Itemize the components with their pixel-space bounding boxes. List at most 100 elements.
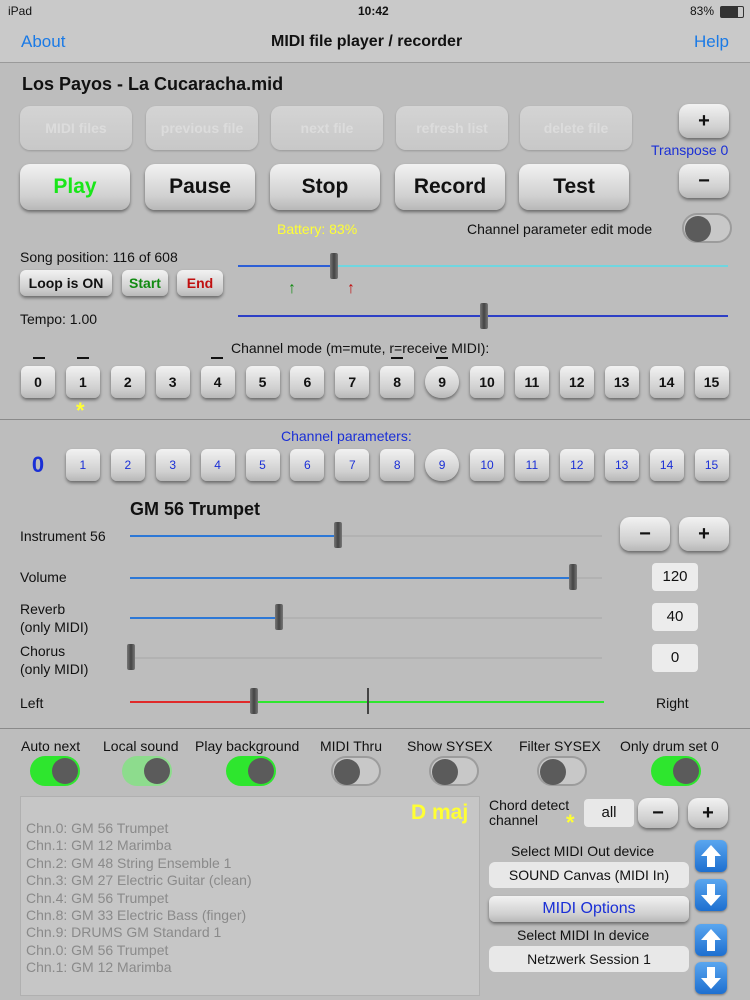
midi-out-device[interactable]: SOUND Canvas (MIDI In) — [489, 862, 689, 888]
stop-button[interactable]: Stop — [270, 164, 380, 210]
instrument-slider[interactable] — [334, 522, 342, 548]
file-name: Los Payos - La Cucaracha.mid — [22, 74, 284, 94]
tempo-slider[interactable] — [480, 303, 488, 329]
midi-in-up-button[interactable] — [695, 924, 727, 956]
list-item: Chn.8: GM 33 Electric Bass (finger) — [26, 907, 247, 924]
chord-channel-plus-button[interactable]: + — [688, 798, 728, 828]
edit-mode-label: Channel parameter edit mode — [467, 221, 653, 237]
balance-slider[interactable] — [250, 688, 258, 714]
delete-file-button[interactable]: delete file — [520, 106, 632, 150]
chord-detect-label-line2: channel — [489, 812, 539, 828]
channel-mode-button-4[interactable]: 4 — [200, 366, 235, 398]
only-drum-set-toggle[interactable] — [651, 756, 701, 786]
channel-param-button-4[interactable]: 4 — [200, 449, 235, 481]
channel-param-button-8[interactable]: 8 — [380, 449, 415, 481]
channel-param-button-7[interactable]: 7 — [335, 449, 370, 481]
channel-mode-button-0[interactable]: 0 — [21, 366, 55, 398]
test-button[interactable]: Test — [519, 164, 629, 210]
arrow-down-icon — [701, 967, 721, 989]
next-file-button[interactable]: next file — [271, 106, 383, 150]
channel-mode-button-5[interactable]: 5 — [245, 366, 280, 398]
midi-in-down-button[interactable] — [695, 962, 727, 994]
loop-end-button[interactable]: End — [177, 270, 223, 296]
local-sound-toggle[interactable] — [122, 756, 172, 786]
instrument-minus-button[interactable]: − — [620, 517, 670, 551]
loop-button[interactable]: Loop is ON — [20, 270, 112, 296]
list-item: Chn.1: GM 12 Marimba — [26, 837, 172, 854]
record-button[interactable]: Record — [395, 164, 505, 210]
mute-indicator — [436, 357, 448, 359]
instrument-track — [338, 535, 602, 537]
show-sysex-toggle[interactable] — [429, 756, 479, 786]
channel-param-button-9[interactable]: 9 — [425, 449, 460, 481]
instrument-plus-button[interactable]: + — [679, 517, 729, 551]
channel-mode-button-8[interactable]: 8 — [380, 366, 415, 398]
reverb-value[interactable]: 40 — [652, 603, 698, 631]
transpose-minus-button[interactable]: − — [679, 164, 729, 198]
previous-file-button[interactable]: previous file — [146, 106, 258, 150]
channel-mode-button-1[interactable]: 1 — [65, 366, 100, 398]
channel-mode-button-9[interactable]: 9 — [425, 366, 460, 398]
loop-start-button[interactable]: Start — [122, 270, 168, 296]
channel-mode-button-2[interactable]: 2 — [110, 366, 145, 398]
play-button[interactable]: Play — [20, 164, 130, 210]
channel-param-button-14[interactable]: 14 — [649, 449, 684, 481]
channel-mode-button-7[interactable]: 7 — [335, 366, 370, 398]
device-label: iPad — [8, 4, 33, 18]
midi-in-device[interactable]: Netzwerk Session 1 — [489, 946, 689, 972]
channel-mode-button-12[interactable]: 12 — [559, 366, 594, 398]
filter-sysex-label: Filter SYSEX — [519, 738, 601, 754]
chord-detect-channel-value[interactable]: all — [584, 799, 634, 827]
chorus-sublabel: (only MIDI) — [20, 661, 89, 677]
channel-param-button-11[interactable]: 11 — [514, 449, 549, 481]
list-item: Chn.9: DRUMS GM Standard 1 — [26, 924, 222, 941]
pause-button[interactable]: Pause — [145, 164, 255, 210]
channel-instrument-list[interactable]: D maj Chn.0: GM 56 Trumpet Chn.1: GM 12 M… — [20, 796, 480, 996]
about-link[interactable]: About — [21, 32, 65, 52]
list-item: Chn.3: GM 27 Electric Guitar (clean) — [26, 872, 252, 889]
midi-out-up-button[interactable] — [695, 840, 727, 872]
filter-sysex-toggle[interactable] — [537, 756, 587, 786]
channel-mode-button-13[interactable]: 13 — [604, 366, 639, 398]
instrument-track-filled — [130, 535, 338, 537]
channel-param-button-2[interactable]: 2 — [110, 449, 145, 481]
channel-mode-button-15[interactable]: 15 — [694, 366, 729, 398]
song-position-track-played — [238, 265, 334, 267]
channel-param-button-5[interactable]: 5 — [245, 449, 280, 481]
channel-mode-button-11[interactable]: 11 — [514, 366, 549, 398]
chorus-value[interactable]: 0 — [652, 644, 698, 672]
chord-channel-minus-button[interactable]: − — [638, 798, 678, 828]
channel-param-button-15[interactable]: 15 — [694, 449, 729, 481]
midi-thru-toggle[interactable] — [331, 756, 381, 786]
nav-bar: About MIDI file player / recorder Help — [0, 22, 750, 63]
transpose-plus-button[interactable]: + — [679, 104, 729, 138]
balance-right-track — [254, 701, 604, 703]
edit-mode-toggle[interactable] — [682, 213, 732, 243]
volume-slider[interactable] — [569, 564, 577, 590]
channel-mode-button-10[interactable]: 10 — [470, 366, 504, 398]
midi-out-down-button[interactable] — [695, 879, 727, 911]
help-link[interactable]: Help — [694, 32, 729, 52]
status-bar: iPad 10:42 83% — [0, 0, 750, 22]
instrument-name: GM 56 Trumpet — [130, 499, 261, 519]
channel-marker: * — [76, 398, 85, 423]
channel-param-button-6[interactable]: 6 — [290, 449, 325, 481]
channel-param-button-10[interactable]: 10 — [470, 449, 504, 481]
channel-param-button-12[interactable]: 12 — [559, 449, 594, 481]
channel-param-button-13[interactable]: 13 — [604, 449, 639, 481]
channel-mode-button-3[interactable]: 3 — [155, 366, 190, 398]
channel-mode-button-14[interactable]: 14 — [649, 366, 684, 398]
refresh-list-button[interactable]: refresh list — [396, 106, 508, 150]
volume-value[interactable]: 120 — [652, 563, 698, 591]
channel-param-button-1[interactable]: 1 — [65, 449, 100, 481]
channel-param-button-0[interactable]: 0 — [21, 449, 55, 481]
midi-options-button[interactable]: MIDI Options — [489, 896, 689, 922]
midi-files-button[interactable]: MIDI files — [20, 106, 132, 150]
channel-param-button-3[interactable]: 3 — [155, 449, 190, 481]
song-position-slider[interactable] — [330, 253, 338, 279]
auto-next-toggle[interactable] — [30, 756, 80, 786]
reverb-slider[interactable] — [275, 604, 283, 630]
chorus-slider[interactable] — [127, 644, 135, 670]
channel-mode-button-6[interactable]: 6 — [290, 366, 325, 398]
play-background-toggle[interactable] — [226, 756, 276, 786]
